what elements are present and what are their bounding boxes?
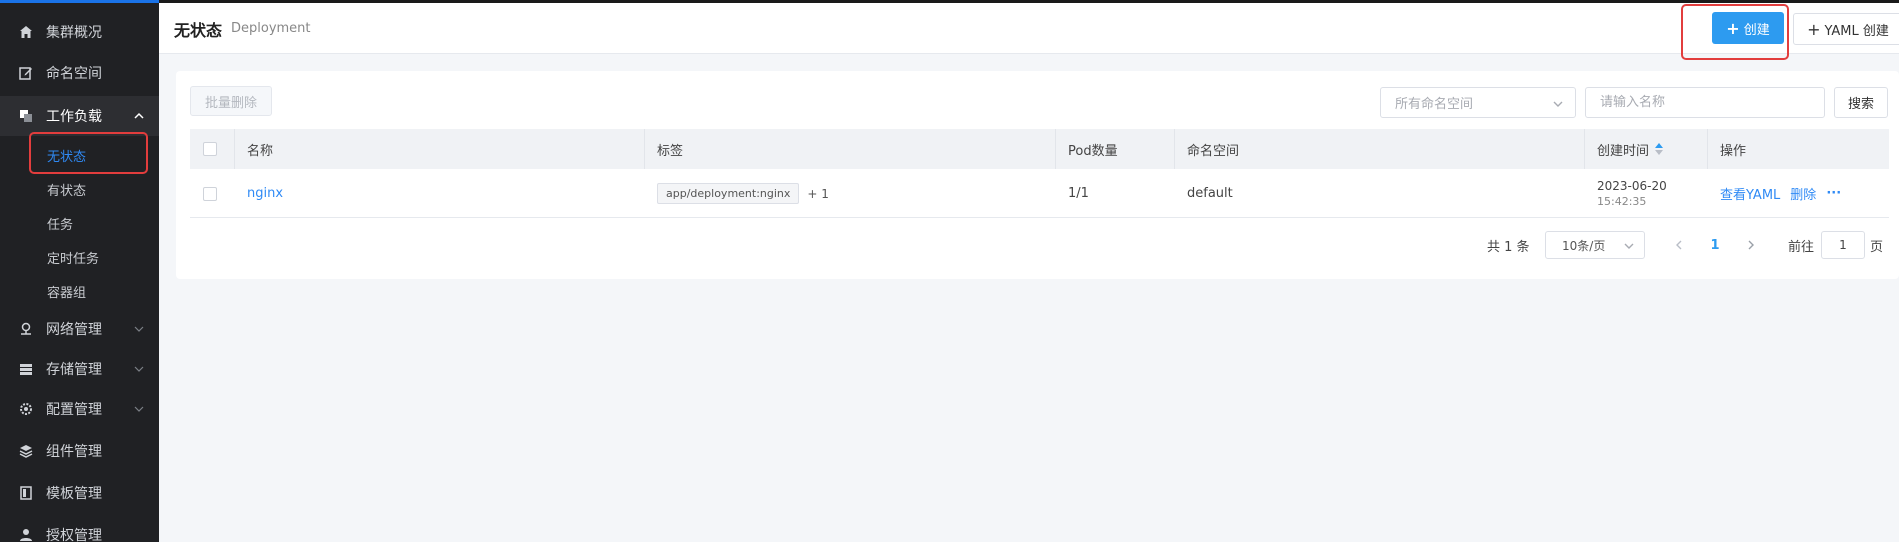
search-button[interactable]: 搜索 [1834,87,1888,118]
sidebar-item-label: 存储管理 [46,362,102,378]
sidebar-subitem-statefulset[interactable]: 有状态 [0,172,159,206]
chevron-down-icon [131,401,147,417]
sidebar-item-label: 集群概况 [46,25,102,41]
sidebar-item-config[interactable]: 配置管理 [0,389,159,429]
sidebar: 集群概况 命名空间 工作负载 无状态 有状态 任务 定时任务 容器组 网络管理 [0,0,159,542]
row-checkbox[interactable] [203,186,217,201]
sidebar-item-label: 模板管理 [46,486,102,502]
chevron-right-icon [1748,240,1754,250]
chevron-down-icon [131,361,147,377]
create-button[interactable]: + 创建 [1712,12,1784,44]
sidebar-item-namespace[interactable]: 命名空间 [0,53,159,93]
page-subtitle: Deployment [231,21,311,36]
storage-icon [18,361,34,377]
home-icon [18,24,34,40]
select-all-checkbox[interactable] [203,142,217,156]
batch-delete-button[interactable]: 批量删除 [190,86,272,116]
label-tag: app/deployment:nginx [657,183,800,204]
column-header-pod-count: Pod数量 [1056,129,1175,169]
created-time: 15:42:35 [1597,194,1647,208]
plus-icon: + [1726,18,1740,38]
page-size-value: 10条/页 [1562,238,1606,253]
name-search-input[interactable] [1585,87,1825,118]
layers-icon [18,108,34,124]
sidebar-item-label: 配置管理 [46,402,102,418]
page-header: 无状态 Deployment + 创建 + YAML 创建 [159,0,1899,54]
sort-icon[interactable] [1655,143,1664,155]
sidebar-item-templates[interactable]: 模板管理 [0,473,159,513]
gear-icon [18,401,34,417]
yaml-create-button[interactable]: + YAML 创建 [1793,13,1899,45]
sidebar-subitem-label: 定时任务 [47,251,100,267]
sidebar-item-label: 组件管理 [46,444,102,460]
sidebar-item-authorization[interactable]: 授权管理 [0,515,159,542]
sidebar-subitem-pod[interactable]: 容器组 [0,274,159,308]
goto-page-input[interactable] [1821,231,1865,259]
edit-icon [18,65,34,81]
chevron-up-icon [131,108,147,124]
sidebar-subitem-job[interactable]: 任务 [0,206,159,240]
row-actions-cell: 查看YAML 删除 ··· [1708,169,1889,218]
column-header-labels: 标签 [645,129,1056,169]
sidebar-subitem-label: 无状态 [47,149,87,165]
row-pod-count-cell: 1/1 [1068,186,1089,201]
column-header-created-time-label: 创建时间 [1597,143,1650,159]
sidebar-subitem-label: 有状态 [47,183,87,199]
namespace-select-placeholder: 所有命名空间 [1395,97,1474,112]
pagination-total: 共 1 条 [1487,239,1530,255]
sidebar-subitem-cronjob[interactable]: 定时任务 [0,240,159,274]
row-namespace-cell: default [1187,186,1233,201]
column-header-namespace: 命名空间 [1175,129,1585,169]
sidebar-item-storage[interactable]: 存储管理 [0,349,159,389]
deployment-name-link[interactable]: nginx [247,186,283,201]
deployment-list-card: 批量删除 所有命名空间 搜索 名称 标签 Pod数量 命名空间 创建时间 操作 … [176,71,1899,279]
sidebar-item-network[interactable]: 网络管理 [0,309,159,349]
plus-icon: + [1807,19,1821,39]
goto-label: 前往 [1788,239,1815,255]
page-unit-label: 页 [1870,239,1884,255]
sidebar-top-accent [0,0,159,3]
column-header-created-time[interactable]: 创建时间 [1585,129,1708,169]
create-button-label: 创建 [1743,22,1770,38]
chevron-down-icon [131,321,147,337]
prev-page-button[interactable] [1667,231,1691,259]
column-header-actions: 操作 [1720,143,1747,159]
delete-link[interactable]: 删除 [1790,184,1816,203]
view-yaml-link[interactable]: 查看YAML [1720,184,1780,203]
select-all-cell [190,129,235,169]
user-icon [18,527,34,542]
sidebar-item-cluster-overview[interactable]: 集群概况 [0,12,159,52]
sidebar-subitem-deployment[interactable]: 无状态 [0,138,159,172]
page-size-select[interactable]: 10条/页 [1545,231,1645,259]
sidebar-subitem-label: 任务 [47,217,74,233]
chevron-left-icon [1676,240,1682,250]
table-header: 名称 标签 Pod数量 命名空间 创建时间 操作 [190,129,1889,169]
row-select-cell [190,169,235,218]
sidebar-item-label: 网络管理 [46,322,102,338]
chevron-down-icon [1622,239,1636,256]
row-created-time-cell: 2023-06-20 15:42:35 [1585,169,1708,218]
more-actions-icon[interactable]: ··· [1826,186,1841,201]
sidebar-item-label: 授权管理 [46,528,102,542]
sidebar-item-label: 命名空间 [46,66,102,82]
row-labels-cell: app/deployment:nginx + 1 [645,169,1056,218]
page-number-current[interactable]: 1 [1703,231,1727,259]
chevron-down-icon [1551,97,1565,115]
sidebar-item-components[interactable]: 组件管理 [0,431,159,471]
table-row: nginx app/deployment:nginx + 1 1/1 defau… [190,169,1889,218]
template-icon [18,485,34,501]
stack-icon [18,443,34,459]
page-title: 无状态 [174,21,223,40]
next-page-button[interactable] [1739,231,1763,259]
yaml-create-button-label: YAML 创建 [1824,23,1889,39]
created-date: 2023-06-20 [1597,178,1667,193]
network-icon [18,321,34,337]
namespace-select[interactable]: 所有命名空间 [1380,87,1576,118]
sidebar-subitem-label: 容器组 [47,285,87,301]
sidebar-item-workload[interactable]: 工作负载 [0,96,159,136]
column-header-name: 名称 [235,129,645,169]
row-name-cell: nginx [235,169,645,218]
label-more-count[interactable]: + 1 [807,187,829,201]
sidebar-item-label: 工作负载 [46,109,102,125]
